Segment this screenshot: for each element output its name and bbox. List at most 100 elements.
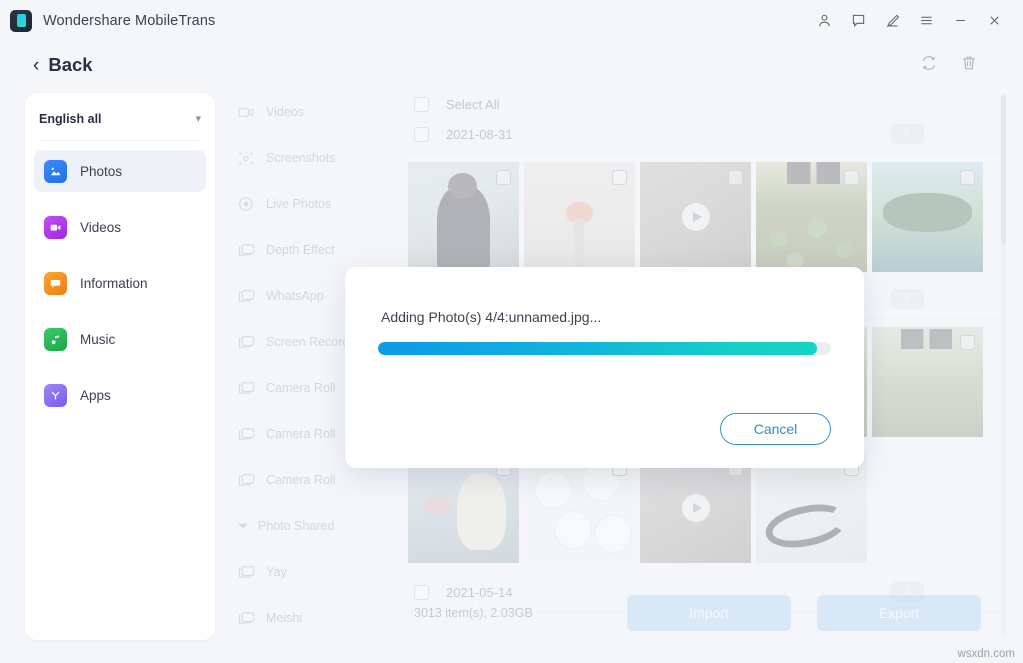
minimize-icon[interactable] (943, 6, 977, 36)
photo-stack-icon (237, 426, 255, 442)
sidebar-item-label: Videos (80, 219, 122, 235)
videos-icon (44, 215, 67, 239)
thumbnail-checkbox[interactable] (496, 170, 511, 185)
mobiletrans-logo-icon (10, 9, 32, 32)
account-icon[interactable] (807, 6, 841, 36)
date-group-checkbox[interactable] (414, 126, 429, 142)
thumbnail-checkbox[interactable] (728, 170, 743, 185)
cancel-button[interactable]: Cancel (720, 413, 831, 445)
progress-bar-fill (378, 342, 818, 355)
thumbnail-item[interactable] (408, 162, 519, 272)
watermark: wsxdn.com (957, 648, 1015, 660)
photo-stack-icon (237, 242, 255, 258)
chevron-left-icon: ‹ (33, 54, 40, 76)
thumbnail-checkbox[interactable] (844, 170, 859, 185)
live-photo-icon (237, 196, 255, 212)
photos-icon (44, 159, 67, 183)
sidebar-item-videos[interactable]: Videos (34, 206, 206, 248)
album-label: Live Photos (266, 197, 332, 211)
import-button[interactable]: Import (627, 594, 791, 631)
thumbnail-item[interactable] (524, 162, 635, 272)
export-button[interactable]: Export (817, 594, 981, 631)
album-label: Meishi (266, 611, 303, 625)
photo-stack-icon (237, 564, 255, 580)
photo-stack-icon (237, 472, 255, 488)
screenshot-icon (237, 150, 255, 166)
back-button[interactable]: ‹ Back (33, 54, 93, 76)
thumbnail-item[interactable] (524, 453, 635, 563)
application-window: Wondershare MobileTrans ‹ Back English a… (0, 0, 1023, 663)
album-label: Camera Roll (266, 427, 336, 441)
album-item-screenshots[interactable]: Screenshots (222, 135, 402, 181)
progress-dialog: Adding Photo(s) 4/4:unnamed.jpg... Cance… (345, 267, 864, 468)
music-icon (44, 327, 67, 351)
sidebar-item-photos[interactable]: Photos (34, 150, 206, 192)
thumbnail-item[interactable] (872, 162, 983, 272)
scrollbar-track[interactable] (1001, 95, 1006, 635)
scrollbar-thumb[interactable] (1001, 95, 1006, 245)
sidebar-item-label: Information (80, 275, 148, 291)
feedback-icon[interactable] (841, 6, 875, 36)
thumbnail-checkbox[interactable] (612, 170, 627, 185)
photo-stack-icon (237, 610, 255, 626)
photo-stack-icon (237, 334, 255, 350)
item-summary: 3013 item(s), 2.03GB (414, 605, 533, 620)
album-label: Videos (266, 105, 304, 119)
video-camera-icon (237, 104, 255, 120)
select-all-label: Select All (446, 96, 500, 112)
edit-pen-icon[interactable] (875, 6, 909, 36)
album-label: Camera Roll (266, 473, 336, 487)
menu-icon[interactable] (909, 6, 943, 36)
sidebar-item-music[interactable]: Music (34, 318, 206, 360)
thumbnail-checkbox[interactable] (960, 170, 975, 185)
date-group-header[interactable]: 2021-08-31 5 (402, 119, 1002, 149)
thumbnail-item[interactable] (756, 162, 867, 272)
bottom-action-bar: 3013 item(s), 2.03GB Import Export (402, 585, 1002, 640)
album-item-meishi[interactable]: Meishi (222, 595, 402, 640)
sidebar: English all ▾ Photos Videos Information … (25, 93, 215, 640)
album-item-yay[interactable]: Yay (222, 549, 402, 595)
play-icon (681, 494, 710, 522)
album-label: Depth Effect (266, 243, 335, 257)
thumbnail-checkbox[interactable] (960, 335, 975, 350)
close-icon[interactable] (977, 6, 1011, 36)
select-all-row[interactable]: Select All (402, 89, 1002, 119)
sub-header: ‹ Back (0, 41, 1023, 89)
app-title: Wondershare MobileTrans (43, 12, 216, 29)
window-controls (807, 6, 1011, 36)
album-label: Camera Roll (266, 381, 336, 395)
sidebar-item-label: Apps (80, 387, 111, 403)
progress-bar-track (378, 342, 831, 355)
thumbnail-item[interactable] (756, 453, 867, 563)
sidebar-nav: Photos Videos Information Music Apps (25, 141, 215, 416)
thumbnail-item[interactable] (872, 327, 983, 437)
sidebar-item-label: Photos (80, 163, 123, 179)
photo-stack-icon (237, 288, 255, 304)
language-select[interactable]: English all ▾ (39, 97, 201, 141)
date-group-label: 2021-08-31 (446, 126, 513, 142)
thumbnail-row (402, 154, 1002, 272)
progress-message: Adding Photo(s) 4/4:unnamed.jpg... (381, 309, 602, 325)
album-label: WhatsApp (266, 289, 324, 303)
header-tools (920, 54, 978, 77)
album-label: Screenshots (266, 151, 336, 165)
album-label: Photo Shared (258, 519, 335, 533)
select-all-checkbox[interactable] (414, 96, 429, 112)
sidebar-item-apps[interactable]: Apps (34, 374, 206, 416)
back-label: Back (48, 54, 93, 75)
album-item-live-photos[interactable]: Live Photos (222, 181, 402, 227)
date-group-count: 5 (890, 124, 924, 144)
album-group-photo-shared[interactable]: Photo Shared (222, 503, 402, 549)
thumbnail-item-video[interactable] (640, 453, 751, 563)
trash-icon[interactable] (960, 54, 978, 77)
album-label: Yay (266, 565, 287, 579)
thumbnail-item[interactable] (408, 453, 519, 563)
title-bar: Wondershare MobileTrans (0, 0, 1023, 41)
thumbnail-item-video[interactable] (640, 162, 751, 272)
sidebar-item-information[interactable]: Information (34, 262, 206, 304)
play-icon (681, 203, 710, 231)
album-item-videos[interactable]: Videos (222, 89, 402, 135)
apps-icon (44, 383, 67, 407)
language-select-value: English all (39, 111, 102, 126)
refresh-icon[interactable] (920, 54, 938, 77)
